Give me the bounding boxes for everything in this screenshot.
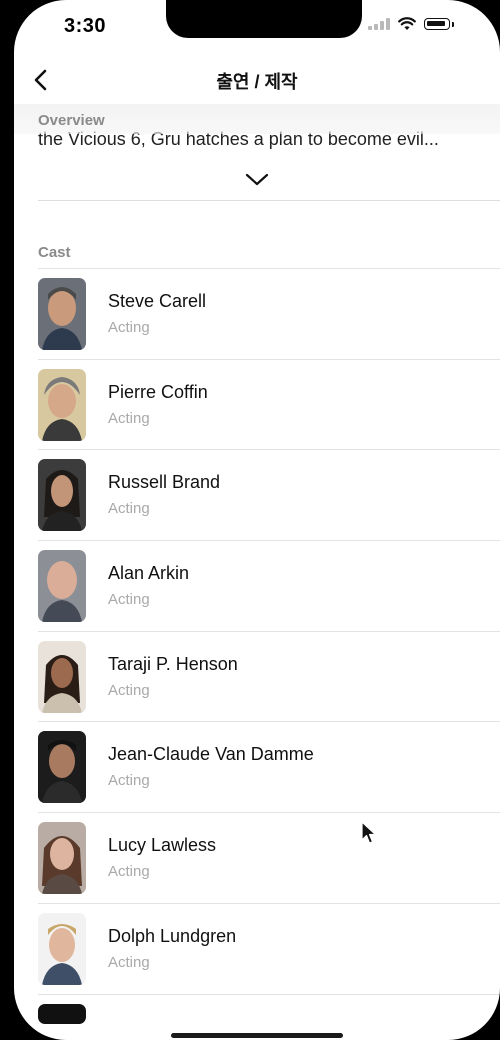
cast-role: Acting [108,863,150,881]
home-indicator[interactable] [171,1033,343,1038]
cast-row[interactable]: Jean-Claude Van Damme Acting [38,721,500,812]
cast-list: Steve Carell Acting Pierre Coffin Acting… [14,268,500,1040]
status-time: 3:30 [64,15,107,37]
expand-chevron-down-icon[interactable] [244,168,270,190]
cast-row[interactable]: Lucy Lawless Acting [38,812,500,903]
cast-row[interactable]: Taraji P. Henson Acting [38,630,500,722]
cast-avatar-photo [38,278,86,350]
cast-avatar-photo [38,368,86,441]
cast-avatar-photo [38,550,86,623]
cast-name: Russell Brand [108,472,221,493]
cast-name: Taraji P. Henson [108,653,238,674]
cast-role: Acting [108,319,150,336]
cast-row[interactable]: Alan Arkin Acting [38,540,500,631]
cast-role: Acting [108,772,150,790]
cast-row[interactable]: Dolph Lundgren Acting [38,902,500,994]
cast-role: Acting [108,953,150,971]
cast-avatar-photo [38,459,86,532]
cast-avatar-photo [38,1003,86,1024]
notch [166,0,362,38]
cast-role: Acting [108,409,150,427]
wifi-icon [398,17,416,30]
cast-role: Acting [108,681,150,699]
cast-name: Alan Arkin [108,563,190,584]
cast-section-label: Cast [38,244,71,261]
navigation-bar: 출연 / 제작 [14,56,500,105]
cast-avatar-photo [38,822,86,895]
cast-avatar-photo [38,731,86,804]
overview-divider [38,200,500,201]
cellular-signal-icon [368,18,390,30]
overview-section-label: Overview [38,112,105,129]
cast-name: Jean-Claude Van Damme [108,744,314,765]
status-icons [368,17,454,31]
battery-icon [424,18,454,30]
cast-name: Pierre Coffin [108,381,208,402]
cast-name: Steve Carell [108,291,207,311]
cast-row[interactable]: Pierre Coffin Acting [38,358,500,450]
overview-text: the Vicious 6, Gru hatches a plan to bec… [38,129,439,149]
cast-name: Lucy Lawless [108,835,217,856]
page-title: 출연 / 제작 [216,72,298,92]
cast-row[interactable]: Russell Brand Acting [38,449,500,540]
mouse-cursor-icon [361,821,377,844]
cast-avatar-photo [38,912,86,985]
cast-role: Acting [108,500,150,518]
cast-avatar-photo [38,640,86,713]
cast-role: Acting [108,591,150,609]
cast-row[interactable]: Steve Carell Acting [38,268,500,359]
cast-name: Dolph Lundgren [108,925,237,946]
phone-screen: 3:30 출연 / 제작 the Vicious 6, Gru hatches … [14,0,500,1040]
